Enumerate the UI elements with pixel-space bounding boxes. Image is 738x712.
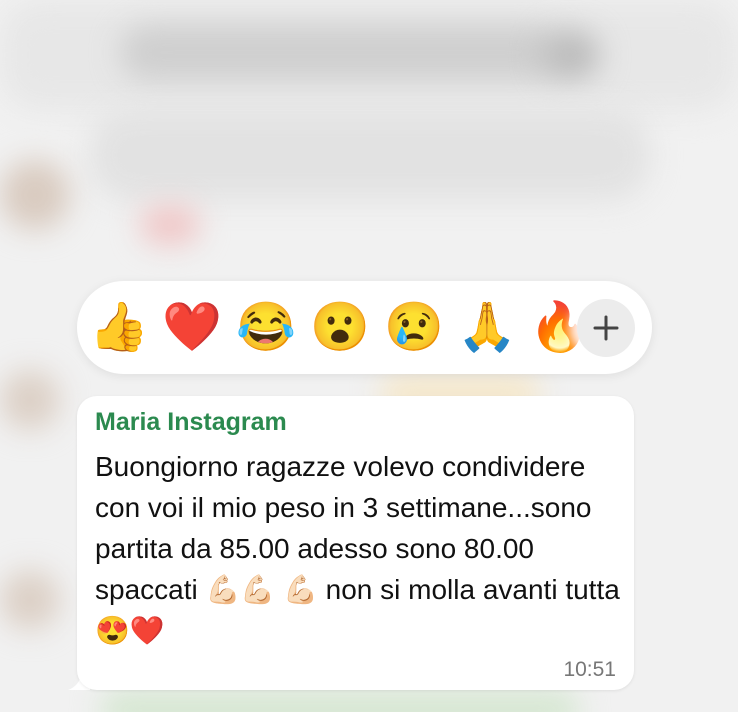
- message-timestamp: 10:51: [563, 658, 616, 681]
- reaction-open-mouth[interactable]: 😮: [310, 299, 370, 357]
- blurred-title: [120, 25, 560, 80]
- reaction-thumbs-up[interactable]: 👍: [89, 299, 149, 357]
- blurred-message: [90, 110, 650, 200]
- add-reaction-button[interactable]: [577, 299, 635, 357]
- reaction-crying[interactable]: 😢: [384, 299, 444, 357]
- blurred-badge: [140, 205, 200, 245]
- blurred-avatar: [0, 160, 70, 230]
- reaction-folded-hands[interactable]: 🙏: [457, 299, 517, 357]
- blurred-avatar: [0, 570, 60, 630]
- blurred-avatar: [0, 370, 60, 430]
- reaction-picker: 👍 ❤️ 😂 😮 😢 🙏 🔥: [77, 281, 652, 374]
- plus-icon: [593, 315, 619, 341]
- message-sender: Maria Instagram: [95, 408, 287, 436]
- message-text: Buongiorno ragazze volevo condividere co…: [95, 451, 620, 646]
- reaction-tears-of-joy[interactable]: 😂: [236, 299, 296, 357]
- blurred-message: [100, 690, 580, 712]
- blurred-header-icon: [540, 30, 600, 80]
- reaction-red-heart[interactable]: ❤️: [162, 299, 222, 357]
